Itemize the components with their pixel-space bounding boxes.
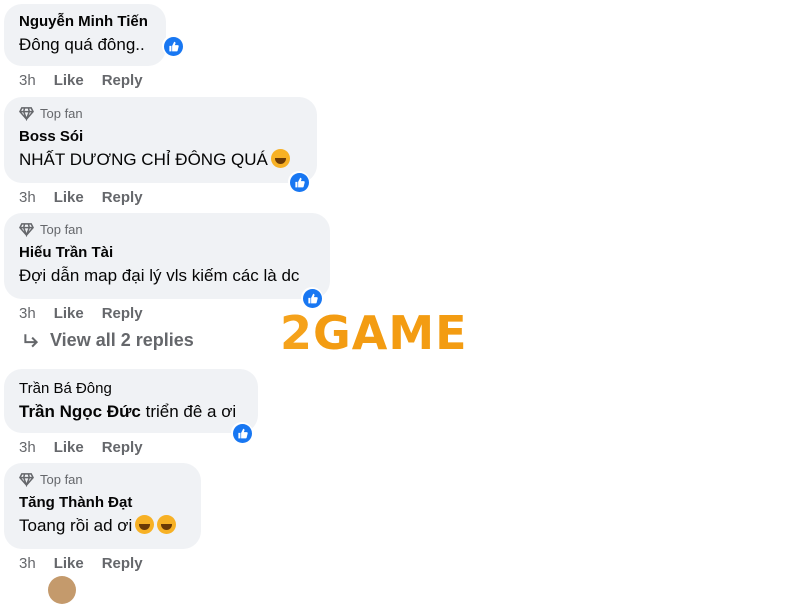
diamond-icon <box>19 223 34 237</box>
reply-button[interactable]: Reply <box>102 439 143 456</box>
comment-author[interactable]: Hiếu Trần Tài <box>19 244 316 262</box>
laughing-emoji-icon <box>270 149 290 168</box>
comment-bubble: Top fan Hiếu Trần Tài Đợi dẫn map đại lý… <box>4 213 330 309</box>
rofl-emoji-icon <box>135 515 155 534</box>
like-thumb-icon <box>168 41 179 51</box>
comment-author[interactable]: Boss Sói <box>19 128 303 146</box>
like-thumb-icon <box>307 293 318 303</box>
mention-link[interactable]: Trần Ngọc Đức <box>19 402 141 421</box>
comment-author[interactable]: Tăng Thành Đạt <box>19 494 187 512</box>
like-button[interactable]: Like <box>54 439 84 456</box>
comment-text: Đợi dẫn map đại lý vls kiếm các là dc <box>19 266 300 285</box>
like-button[interactable]: Like <box>54 305 84 322</box>
comment-time[interactable]: 3h <box>19 439 36 456</box>
comment-text: Toang rồi ad ơi <box>19 515 187 537</box>
comment-bubble: Top fan Tăng Thành Đạt Toang rồi ad ơi <box>4 463 201 549</box>
comment-author[interactable]: Nguyễn Minh Tiến <box>19 13 152 31</box>
comment-time[interactable]: 3h <box>19 305 36 322</box>
comment-4: Trần Bá Đông Trần Ngọc Đức triển đê a ơi… <box>4 369 258 456</box>
like-reaction-badge[interactable] <box>231 422 253 444</box>
comment-time[interactable]: 3h <box>19 555 36 572</box>
like-button[interactable]: Like <box>54 72 84 89</box>
comment-time[interactable]: 3h <box>19 72 36 89</box>
comment-time[interactable]: 3h <box>19 189 36 206</box>
diamond-icon <box>19 473 34 487</box>
like-button[interactable]: Like <box>54 555 84 572</box>
like-thumb-icon <box>237 428 248 438</box>
comment-bubble: Nguyễn Minh Tiến Đông quá đông.. <box>4 4 184 66</box>
comment-actions: 3h Like Reply <box>4 72 166 89</box>
comment-actions: 3h Like Reply <box>4 189 317 206</box>
rofl-emoji-icon <box>157 515 177 534</box>
diamond-icon <box>19 107 34 121</box>
reply-button[interactable]: Reply <box>102 189 143 206</box>
comment-bubble: Top fan Boss Sói NHẤT DƯƠNG CHỈ ĐÔNG QUÁ <box>4 97 317 193</box>
top-fan-badge: Top fan <box>19 472 187 487</box>
comment-5: Top fan Tăng Thành Đạt Toang rồi ad ơi 3… <box>4 463 201 572</box>
top-fan-badge: Top fan <box>19 106 303 121</box>
2game-watermark-logo: 2 GAME <box>280 306 468 360</box>
avatar[interactable] <box>48 576 76 604</box>
view-replies-link[interactable]: View all 2 replies <box>22 330 194 351</box>
like-thumb-icon <box>294 177 305 187</box>
comment-actions: 3h Like Reply <box>4 439 258 456</box>
top-fan-badge: Top fan <box>19 222 316 237</box>
reply-button[interactable]: Reply <box>102 555 143 572</box>
comment-text: NHẤT DƯƠNG CHỈ ĐÔNG QUÁ <box>19 149 303 171</box>
reply-arrow-icon <box>24 333 39 347</box>
comment-1: Nguyễn Minh Tiến Đông quá đông.. 3h Like… <box>4 4 184 89</box>
comment-text: Trần Ngọc Đức triển đê a ơi <box>19 402 237 421</box>
reply-button[interactable]: Reply <box>102 72 143 89</box>
comment-bubble: Trần Bá Đông Trần Ngọc Đức triển đê a ơi <box>4 369 258 444</box>
like-reaction-badge[interactable] <box>162 35 184 57</box>
comment-actions: 3h Like Reply <box>4 555 201 572</box>
comment-author[interactable]: Trần Bá Đông <box>19 380 244 398</box>
reply-button[interactable]: Reply <box>102 305 143 322</box>
like-button[interactable]: Like <box>54 189 84 206</box>
comment-text: Đông quá đông.. <box>19 35 145 54</box>
comment-2: Top fan Boss Sói NHẤT DƯƠNG CHỈ ĐÔNG QUÁ… <box>4 97 317 206</box>
like-reaction-badge[interactable] <box>288 171 310 193</box>
